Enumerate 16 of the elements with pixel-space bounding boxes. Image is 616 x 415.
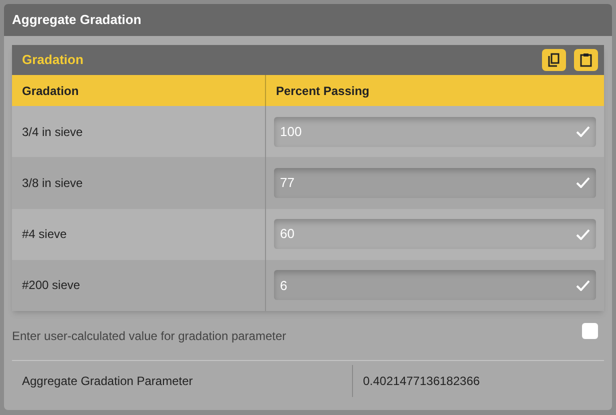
input-field[interactable]: 6 bbox=[274, 270, 596, 300]
option-label: Enter user-calculated value for gradation parameter bbox=[12, 328, 286, 344]
clipboard-icon bbox=[580, 53, 592, 67]
input-field[interactable]: 60 bbox=[274, 219, 596, 250]
column-header: Percent Passing bbox=[275, 82, 370, 100]
card-title: Gradation bbox=[22, 51, 84, 70]
input-field[interactable]: 100 bbox=[274, 116, 596, 147]
parameter-label: Aggregate Gradation Parameter bbox=[21, 373, 194, 390]
copy-icon bbox=[548, 53, 560, 67]
paste-button[interactable] bbox=[574, 49, 598, 71]
input-field[interactable]: 77 bbox=[274, 168, 596, 198]
checkbox[interactable] bbox=[582, 322, 598, 338]
copy-button[interactable] bbox=[542, 49, 566, 71]
table-cell: #200 sieve bbox=[12, 260, 266, 311]
parameter-value: 0.4021477136182366 bbox=[362, 373, 480, 390]
window-title: Aggregate Gradation bbox=[4, 4, 612, 36]
